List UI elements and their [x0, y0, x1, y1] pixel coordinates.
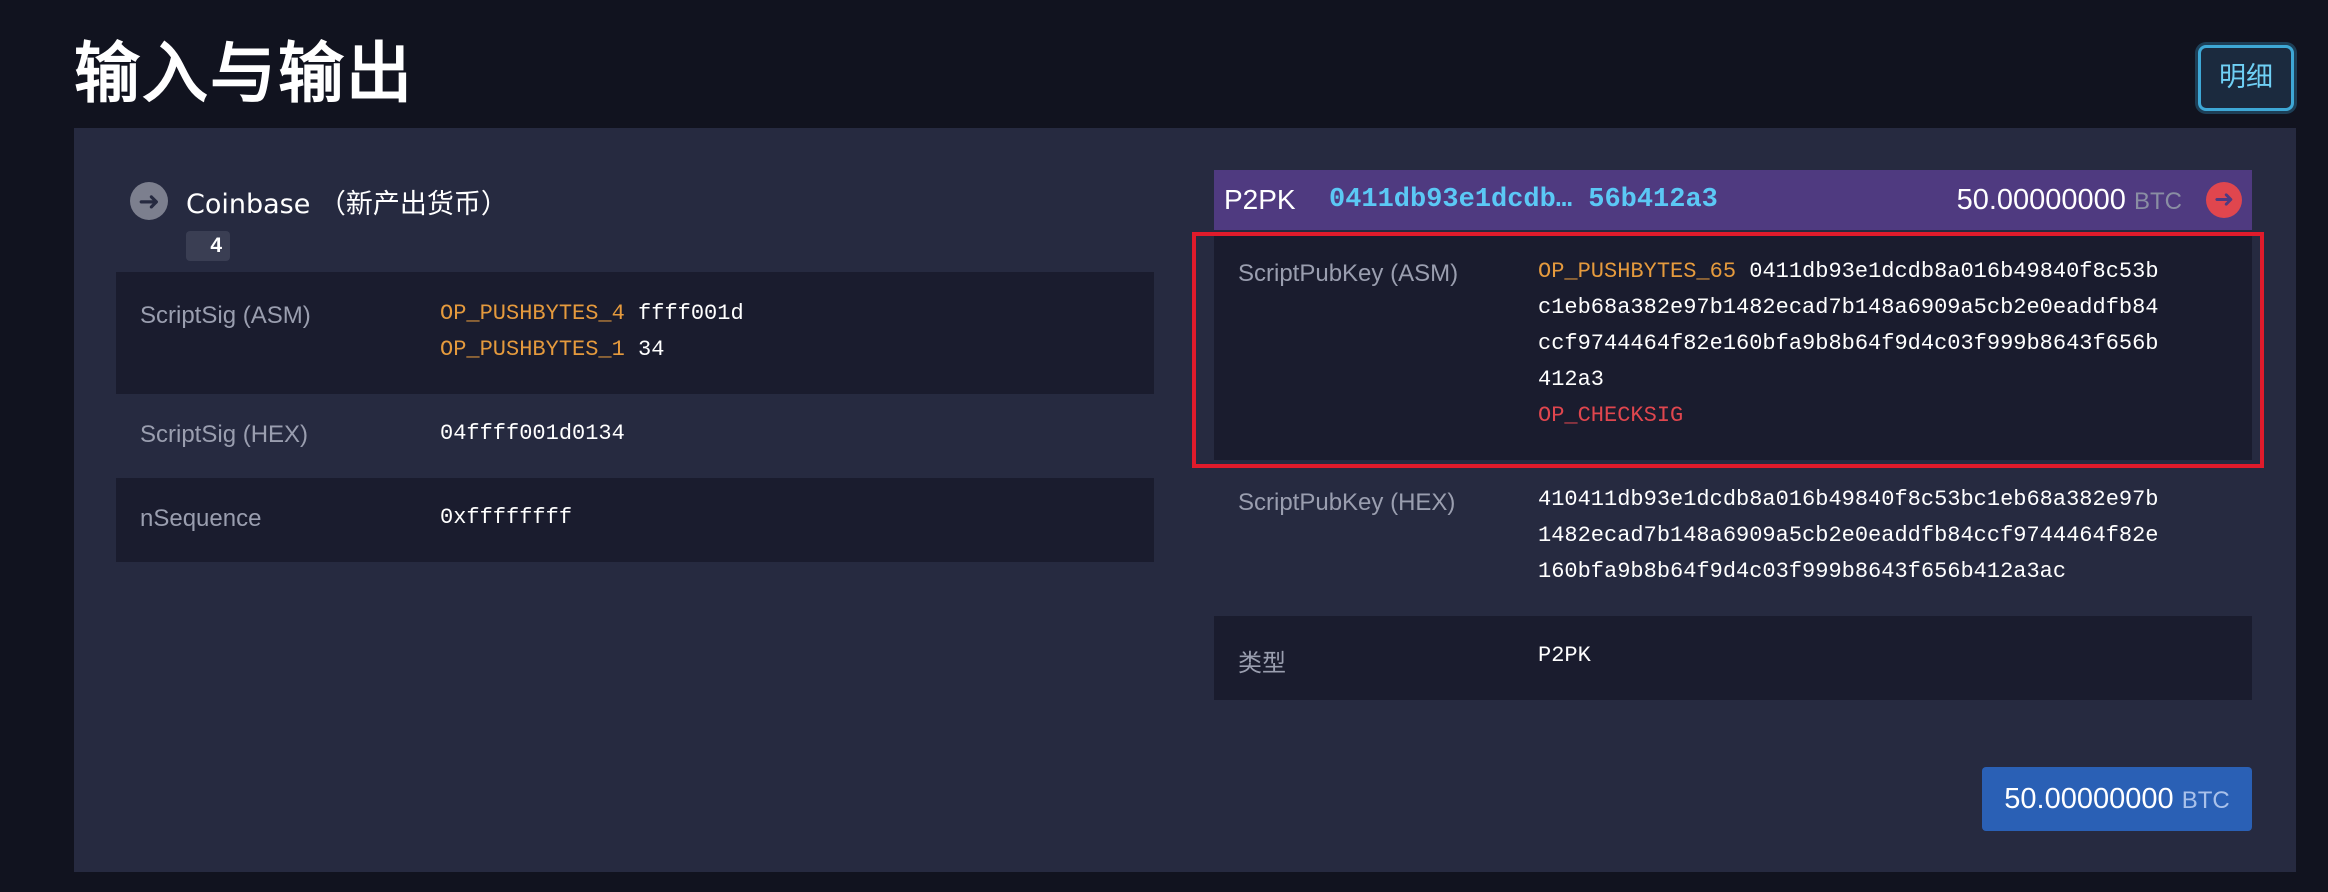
- nsequence-value: 0xffffffff: [440, 505, 573, 530]
- page-title: 输入与输出: [74, 35, 414, 112]
- data-hex: ffff001d: [624, 301, 744, 326]
- nsequence-label: nSequence: [140, 505, 262, 532]
- nsequence-row: nSequence 0xffffffff: [116, 478, 1154, 562]
- details-button[interactable]: 明细: [2198, 45, 2294, 111]
- arrow-right-icon[interactable]: ➜: [2206, 182, 2242, 218]
- scriptpubkey-hex-label: ScriptPubKey (HEX): [1238, 489, 1456, 516]
- scriptsig-asm-label: ScriptSig (ASM): [140, 302, 311, 329]
- output-type-value: P2PK: [1538, 643, 1591, 668]
- scriptsig-asm-value: OP_PUSHBYTES_4 ffff001d OP_PUSHBYTES_1 3…: [440, 296, 744, 368]
- highlight-box: [1192, 232, 2264, 468]
- output-type: P2PK: [1224, 184, 1296, 215]
- scriptsig-hex-label: ScriptSig (HEX): [140, 421, 309, 448]
- input-header: ➜ Coinbase （新产出货币）: [130, 178, 508, 224]
- input-index-badge: 4: [186, 231, 230, 261]
- scriptsig-hex-value: 04ffff001d0134: [440, 421, 625, 446]
- data-hex: 34: [624, 337, 665, 362]
- total-amount-value: 50.00000000: [2004, 783, 2174, 815]
- opcode: OP_PUSHBYTES_1: [440, 337, 625, 362]
- output-amount: 50.00000000 BTC: [1957, 170, 2182, 232]
- total-amount-unit: BTC: [2181, 787, 2230, 814]
- scriptsig-hex-row: ScriptSig (HEX) 04ffff001d0134: [116, 394, 1154, 478]
- output-header: P2PK 0411db93e1dcdb… 56b412a3 50.0000000…: [1214, 170, 2252, 230]
- opcode: OP_PUSHBYTES_4: [440, 301, 625, 326]
- output-type-row: 类型 P2PK: [1214, 616, 2252, 700]
- hex-line: 410411db93e1dcdb8a016b49840f8c53bc1eb68a…: [1538, 487, 2159, 512]
- output-type-label: 类型: [1238, 649, 1286, 677]
- output-amount-value: 50.00000000: [1956, 184, 2126, 216]
- scriptpubkey-hex-row: ScriptPubKey (HEX) 410411db93e1dcdb8a016…: [1214, 470, 2252, 616]
- hex-line: 160bfa9b8b64f9d4c03f999b8643f656b412a3ac: [1538, 559, 2067, 584]
- hex-line: 1482ecad7b148a6909a5cb2e0eaddfb84ccf9744…: [1538, 523, 2159, 548]
- output-address-link[interactable]: 0411db93e1dcdb… 56b412a3: [1329, 170, 1718, 230]
- scriptsig-asm-row: ScriptSig (ASM) OP_PUSHBYTES_4 ffff001d …: [116, 272, 1154, 394]
- total-amount-button[interactable]: 50.00000000 BTC: [1982, 767, 2252, 831]
- input-title: Coinbase （新产出货币）: [186, 188, 508, 220]
- arrow-right-icon[interactable]: ➜: [130, 182, 168, 220]
- output-amount-unit: BTC: [2134, 188, 2182, 215]
- scriptpubkey-hex-value: 410411db93e1dcdb8a016b49840f8c53bc1eb68a…: [1538, 482, 2159, 590]
